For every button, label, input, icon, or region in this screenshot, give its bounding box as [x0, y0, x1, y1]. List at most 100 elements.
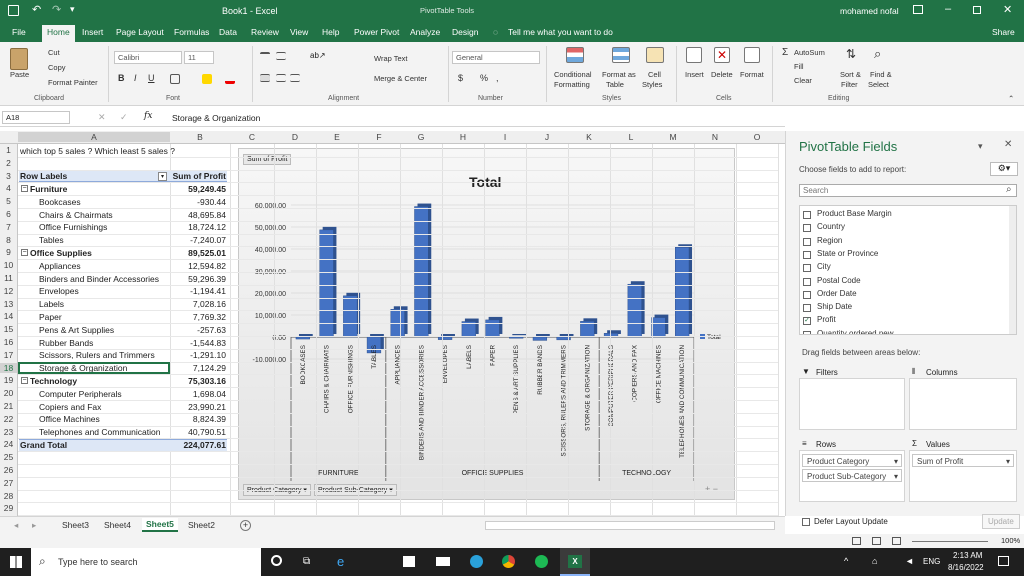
- pivot-item-label[interactable]: Envelopes: [39, 286, 79, 296]
- align-center-icon[interactable]: [276, 74, 286, 82]
- share-button[interactable]: Share: [992, 27, 1015, 37]
- pivot-item-value[interactable]: 1,698.04: [170, 389, 226, 399]
- add-sheet-icon[interactable]: +: [240, 520, 251, 531]
- row-header-24[interactable]: 24: [0, 439, 17, 449]
- store-icon[interactable]: [403, 556, 415, 567]
- clear-button[interactable]: Clear: [794, 76, 812, 85]
- task-view-icon[interactable]: ⧉: [303, 556, 310, 567]
- defer-update-checkbox[interactable]: [802, 518, 810, 526]
- row-header-28[interactable]: 28: [0, 491, 17, 501]
- number-format-select[interactable]: General: [452, 51, 540, 64]
- pivot-item-value[interactable]: 7,028.16: [170, 299, 226, 309]
- normal-view-icon[interactable]: [852, 537, 861, 545]
- zoom-level[interactable]: 100%: [1001, 536, 1020, 545]
- pivot-item-label[interactable]: Appliances: [39, 261, 81, 271]
- pivot-item-label[interactable]: Telephones and Communication: [39, 427, 160, 437]
- sheet-tab-sheet2[interactable]: Sheet2: [188, 520, 215, 530]
- bold-button[interactable]: B: [118, 73, 125, 83]
- maximize-button[interactable]: [973, 6, 981, 14]
- pivot-item-value[interactable]: 23,990.21: [170, 402, 226, 412]
- pivot-item-label[interactable]: Labels: [39, 299, 64, 309]
- spotify-icon[interactable]: [535, 555, 548, 568]
- field-item[interactable]: Postal Code: [803, 276, 1003, 288]
- field-checkbox[interactable]: [803, 277, 811, 286]
- column-header-i[interactable]: I: [484, 132, 526, 142]
- row-header-26[interactable]: 26: [0, 465, 17, 475]
- field-checkbox[interactable]: [803, 224, 811, 233]
- find-select-button[interactable]: Find &: [870, 70, 892, 79]
- notification-icon[interactable]: [998, 556, 1009, 566]
- borders-icon[interactable]: [170, 74, 180, 84]
- tell-me-input[interactable]: Tell me what you want to do: [508, 27, 613, 37]
- row-header-2[interactable]: 2: [0, 158, 17, 168]
- row-header-15[interactable]: 15: [0, 324, 17, 334]
- field-checkbox[interactable]: [803, 330, 811, 334]
- minimize-button[interactable]: –: [945, 3, 951, 15]
- column-header-c[interactable]: C: [230, 132, 274, 142]
- tab-power-pivot[interactable]: Power Pivot: [354, 27, 399, 37]
- pivot-category-label[interactable]: Office Supplies: [30, 248, 92, 258]
- redo-icon[interactable]: ↷: [52, 3, 61, 16]
- tab-file[interactable]: File: [12, 27, 26, 37]
- collapse-icon[interactable]: −: [21, 377, 28, 385]
- field-item[interactable]: ✓ Profit: [803, 315, 1003, 327]
- pivot-item-value[interactable]: -1,194.41: [170, 286, 226, 296]
- align-right-icon[interactable]: [290, 74, 300, 82]
- pivot-item-value[interactable]: -7,240.07: [170, 235, 226, 245]
- row-header-1[interactable]: 1: [0, 145, 17, 155]
- column-header-g[interactable]: G: [400, 132, 442, 142]
- row-header-25[interactable]: 25: [0, 452, 17, 462]
- clock-time[interactable]: 2:13 AM: [953, 551, 982, 560]
- collapse-icon[interactable]: −: [21, 249, 28, 257]
- row-header-27[interactable]: 27: [0, 478, 17, 488]
- horizontal-scrollbar[interactable]: [485, 521, 775, 530]
- pivot-item-value[interactable]: 7,124.29: [170, 363, 226, 373]
- insert-cells-icon[interactable]: [686, 47, 702, 63]
- cell-styles-icon[interactable]: [646, 47, 664, 63]
- tab-formulas[interactable]: Formulas: [174, 27, 209, 37]
- excel-taskbar-icon[interactable]: X: [560, 548, 590, 576]
- field-item[interactable]: Order Date: [803, 289, 1003, 301]
- delete-cells-icon[interactable]: ✕: [714, 47, 730, 63]
- pivot-category-label[interactable]: Technology: [30, 376, 77, 386]
- field-checkbox[interactable]: [803, 290, 811, 299]
- paste-icon[interactable]: [10, 48, 28, 70]
- field-checkbox[interactable]: [803, 250, 811, 259]
- column-header-a[interactable]: A: [18, 132, 170, 142]
- page-break-view-icon[interactable]: [892, 537, 901, 545]
- next-sheet-icon[interactable]: ▸: [32, 520, 36, 531]
- pivot-item-label[interactable]: Computer Peripherals: [39, 389, 122, 399]
- filter-dropdown-icon[interactable]: ▾: [158, 171, 167, 181]
- field-item[interactable]: State or Province: [803, 249, 1003, 261]
- formula-input[interactable]: Storage & Organization: [172, 113, 260, 123]
- insert-cells-button[interactable]: Insert: [685, 70, 704, 79]
- tab-insert[interactable]: Insert: [82, 27, 103, 37]
- field-item[interactable]: Country: [803, 222, 1003, 234]
- field-list-scrollbar[interactable]: [1009, 206, 1016, 334]
- tab-review[interactable]: Review: [251, 27, 279, 37]
- row-header-29[interactable]: 29: [0, 503, 17, 513]
- row-header-6[interactable]: 6: [0, 209, 17, 219]
- tab-page-layout[interactable]: Page Layout: [116, 27, 164, 37]
- telegram-icon[interactable]: [470, 555, 483, 568]
- percent-button[interactable]: %: [480, 73, 488, 83]
- pivot-item-label[interactable]: Pens & Art Supplies: [39, 325, 114, 335]
- row-header-19[interactable]: 19: [0, 375, 17, 385]
- rows-area[interactable]: Product Category ▾ Product Sub-Category ▾: [799, 450, 905, 502]
- underline-button[interactable]: U: [148, 73, 155, 83]
- row-header-7[interactable]: 7: [0, 222, 17, 232]
- cancel-entry-icon[interactable]: ✕: [98, 112, 106, 123]
- row-header-5[interactable]: 5: [0, 196, 17, 206]
- font-name-select[interactable]: Calibri: [114, 51, 182, 64]
- clock-date[interactable]: 8/16/2022: [948, 563, 984, 572]
- pivot-item-value[interactable]: -257.63: [170, 325, 226, 335]
- orientation-icon[interactable]: ab↗: [310, 51, 326, 60]
- delete-cells-button[interactable]: Delete: [711, 70, 733, 79]
- pivot-item-value[interactable]: -930.44: [170, 197, 226, 207]
- row-header-21[interactable]: 21: [0, 401, 17, 411]
- selected-cell-a18[interactable]: [18, 361, 170, 375]
- zoom-slider[interactable]: [912, 541, 988, 542]
- sheet-tab-sheet5[interactable]: Sheet5: [142, 518, 178, 532]
- grand-total-value[interactable]: 224,077.61: [170, 440, 226, 450]
- collapse-ribbon-icon[interactable]: ⌃: [1008, 94, 1014, 103]
